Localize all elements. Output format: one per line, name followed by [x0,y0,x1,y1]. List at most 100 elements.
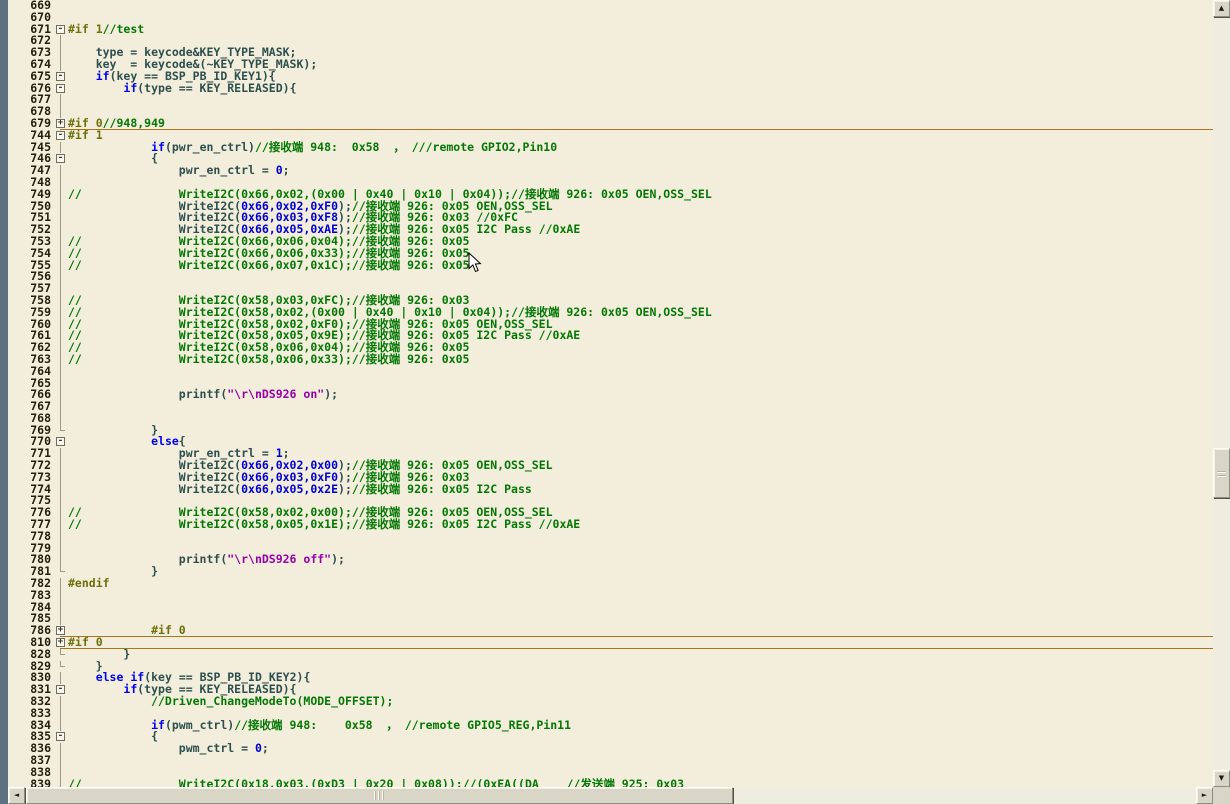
code-token-id: (pwm_ctrl) [164,717,235,732]
code-area[interactable]: 669 670 671- #if 1//test 672 673 type = keyco… [8,0,1213,787]
fold-margin [54,696,68,708]
fold-toggle[interactable]: - [54,24,68,36]
thumb-grip-icon [374,791,385,800]
fold-collapse-icon[interactable]: - [56,71,65,81]
code-line[interactable]: 756 [8,271,1213,284]
code-text[interactable]: // WriteI2C(0x58,0x06,0x33);//接收端 926: 0… [68,353,469,366]
code-line[interactable]: 777// WriteI2C(0x58,0x05,0x1E);//接收端 926… [8,518,1213,531]
horizontal-scrollbar[interactable]: ◄ ► [8,787,1213,804]
code-token-id: (type == KEY_RELEASED){ [137,80,297,95]
fold-collapse-icon[interactable]: - [56,154,65,164]
vertical-scrollbar[interactable]: ▲ ▼ [1213,0,1230,787]
code-text[interactable]: #endif [68,577,110,590]
fold-margin [54,672,68,685]
code-line[interactable]: 784 [8,601,1213,614]
code-line[interactable]: 810 + #if 0 [8,636,1213,649]
code-text[interactable]: #if 1//test [68,23,144,36]
code-line[interactable]: 769 } [8,424,1213,437]
code-line[interactable]: 677 [8,94,1213,107]
code-line[interactable]: 669 [8,0,1213,12]
fold-toggle[interactable]: - [54,83,68,95]
fold-toggle[interactable]: - [54,684,68,696]
code-line[interactable]: 828 } [8,648,1213,661]
fold-margin [54,448,68,461]
fold-collapse-icon[interactable]: - [56,130,65,140]
code-line[interactable]: 679 + #if 0//948,949 [8,117,1213,130]
fold-margin [54,507,68,520]
code-line[interactable]: 745 if(pwr_en_ctrl)//接收端 948: 0x58 ， ///… [8,141,1213,154]
fold-toggle[interactable]: - [54,130,68,142]
code-line[interactable]: 836 pwm_ctrl = 0; [8,742,1213,755]
code-line[interactable]: 763// WriteI2C(0x58,0x06,0x33);//接收端 926… [8,353,1213,366]
code-line[interactable]: 832 //Driven_ChangeModeTo(MODE_OFFSET); [8,695,1213,708]
code-token-id: ); [324,387,339,402]
fold-margin [54,342,68,354]
fold-toggle[interactable]: - [54,731,68,743]
vertical-scroll-thumb[interactable] [1213,448,1230,498]
code-line[interactable]: 764 [8,365,1213,378]
code-text[interactable]: // WriteI2C(0x66,0x07,0x1C);//接收端 926: 0… [68,259,469,272]
code-line[interactable]: 786 + #if 0 [8,624,1213,638]
code-text[interactable]: // WriteI2C(0x18,0x03,(0xD3 | 0x20 | 0x0… [68,776,685,787]
fold-margin [54,330,68,343]
code-line[interactable]: 774 WriteI2C(0x66,0x05,0x2E);//接收端 926: … [8,481,1213,496]
code-text[interactable]: pwr_en_ctrl = 0; [68,163,290,178]
fold-collapse-icon[interactable]: - [56,685,65,695]
code-line[interactable]: 671- #if 1//test [8,23,1213,36]
code-line[interactable]: 747 pwr_en_ctrl = 0; [8,163,1213,178]
code-text[interactable]: pwm_ctrl = 0; [68,742,269,755]
fold-collapse-icon[interactable]: - [56,732,65,742]
code-line[interactable]: 766 printf("\r\nDS926 on"); [8,387,1213,402]
fold-collapse-icon[interactable]: - [56,437,65,447]
code-line[interactable]: 785 [8,613,1213,626]
fold-expand-icon[interactable]: + [56,638,65,648]
code-line[interactable]: 676- if(type == KEY_RELEASED){ [8,80,1213,95]
fold-margin [54,578,68,590]
code-line[interactable]: 834 if(pwm_ctrl)//接收端 948: 0x58 ， //remo… [8,717,1213,732]
fold-margin [54,471,68,484]
code-line[interactable]: 780 printf("\r\nDS926 off"); [8,554,1213,567]
code-token-com: // WriteI2C(0x18,0x03,(0xD3 | 0x20 | 0x0… [68,776,685,787]
code-line[interactable]: 678 [8,105,1213,118]
code-line[interactable]: 755// WriteI2C(0x66,0x07,0x1C);//接收端 926… [8,259,1213,272]
code-token-num: 0 [275,163,283,178]
fold-margin [54,778,68,787]
fold-collapse-icon[interactable]: - [56,83,65,93]
code-line[interactable]: 837 [8,754,1213,767]
thumb-grip-icon [1217,469,1226,477]
scroll-down-button[interactable]: ▼ [1213,770,1230,787]
fold-margin [54,460,68,472]
fold-margin [54,719,68,732]
code-token-id [68,81,123,95]
code-line[interactable]: 768 [8,412,1213,425]
fold-collapse-icon[interactable]: - [56,24,65,34]
fold-margin [54,318,68,331]
code-line[interactable]: 767 [8,400,1213,413]
code-line[interactable]: 782 #endif [8,577,1213,590]
code-line[interactable]: 670 [8,11,1213,24]
code-text[interactable]: printf("\r\nDS926 on"); [68,387,339,402]
fold-toggle[interactable]: - [54,153,68,165]
fold-margin [54,766,68,779]
scroll-up-button[interactable]: ▲ [1213,0,1230,17]
code-line[interactable]: 783 [8,589,1213,602]
fold-expand-icon[interactable]: + [56,626,65,636]
code-token-id: ; [282,163,290,178]
fold-margin [54,519,68,531]
scroll-left-button[interactable]: ◄ [8,787,25,804]
fold-toggle[interactable]: - [54,436,68,448]
code-text[interactable]: WriteI2C(0x66,0x05,0x2E);//接收端 926: 0x05… [68,481,532,496]
fold-margin [54,141,68,154]
scroll-right-button[interactable]: ► [1196,787,1213,804]
fold-expand-icon[interactable]: + [56,118,65,128]
code-line[interactable]: 839 // WriteI2C(0x18,0x03,(0xD3 | 0x20 | … [8,776,1213,787]
code-text[interactable]: // WriteI2C(0x58,0x05,0x1E);//接收端 926: 0… [68,518,580,531]
code-token-num: 0x66,0x05,0x2E [241,481,339,496]
horizontal-scroll-thumb[interactable] [26,787,733,804]
code-text[interactable]: //Driven_ChangeModeTo(MODE_OFFSET); [68,695,393,708]
code-line[interactable]: 778 [8,530,1213,543]
code-line[interactable]: 781 } [8,565,1213,578]
fold-toggle[interactable]: - [54,71,68,83]
code-text[interactable]: if(type == KEY_RELEASED){ [68,80,297,95]
fold-margin [54,424,68,437]
